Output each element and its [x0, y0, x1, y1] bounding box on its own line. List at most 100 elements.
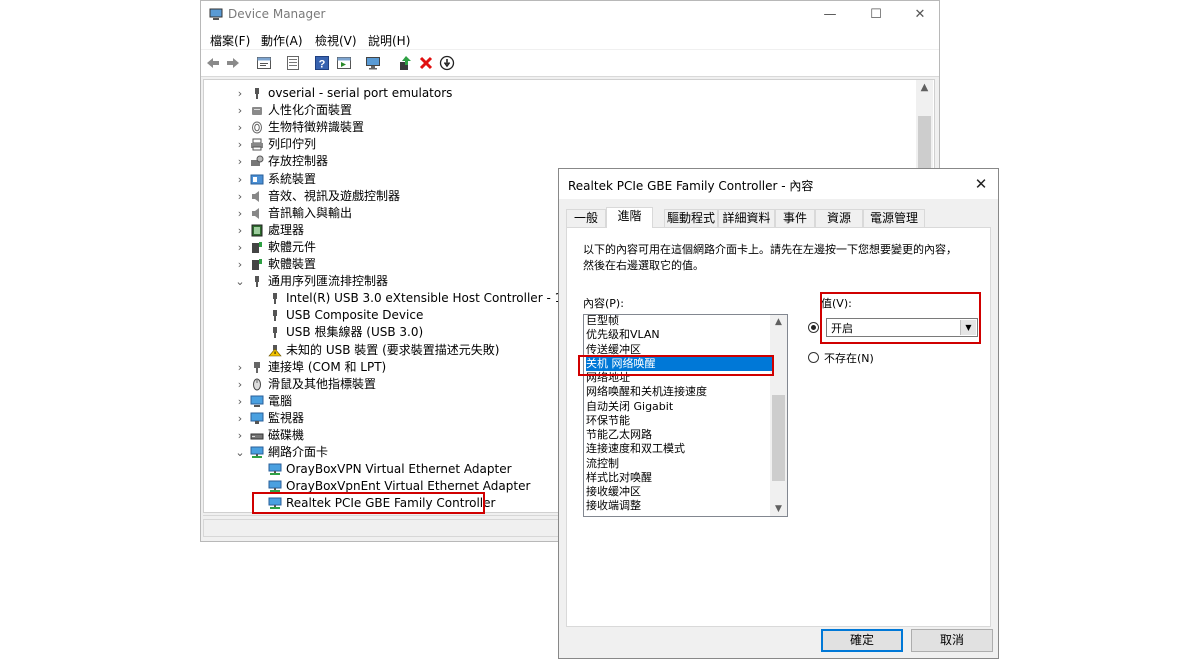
tree-item-label: USB Composite Device [286, 308, 424, 323]
tab-details[interactable]: 詳細資料 [718, 209, 775, 227]
property-list-item[interactable]: 流控制 [586, 457, 772, 471]
chevron-right-icon[interactable]: › [234, 119, 246, 136]
maximize-button[interactable]: ☐ [861, 5, 891, 25]
dialog-title-bar[interactable]: Realtek PCIe GBE Family Controller - 內容 … [559, 169, 998, 199]
usb-icon [268, 326, 282, 339]
speaker-icon [250, 207, 264, 220]
chevron-right-icon[interactable]: › [234, 171, 246, 188]
menu-help[interactable]: 說明(H) [368, 32, 410, 49]
tree-item-label: 人性化介面裝置 [268, 103, 353, 118]
property-list-scrollbar[interactable]: ▲ ▼ [770, 315, 787, 516]
minimize-button[interactable]: — [815, 5, 845, 25]
chevron-right-icon[interactable]: › [234, 102, 246, 119]
chevron-right-icon[interactable]: › [234, 393, 246, 410]
tree-item-label: USB 根集線器 (USB 3.0) [286, 325, 424, 340]
uninstall-icon[interactable] [418, 55, 434, 71]
menu-action[interactable]: 動作(A) [261, 32, 303, 49]
system-icon [250, 173, 264, 186]
chevron-right-icon[interactable]: › [234, 188, 246, 205]
chevron-right-icon[interactable]: › [234, 222, 246, 239]
property-list-item[interactable]: 接收缓冲区 [586, 485, 772, 499]
dialog-close-button[interactable]: ✕ [970, 173, 992, 195]
property-list-item[interactable]: 自动关闭 Gigabit [586, 400, 772, 414]
update-driver-icon[interactable] [397, 55, 413, 71]
chevron-right-icon[interactable]: › [234, 136, 246, 153]
svg-text:?: ? [319, 59, 326, 71]
list-scroll-up-icon[interactable]: ▲ [770, 317, 787, 327]
usb-icon [250, 275, 264, 288]
tree-item-label: 軟體元件 [268, 239, 317, 254]
properties-dialog: Realtek PCIe GBE Family Controller - 內容 … [558, 168, 999, 659]
chevron-right-icon[interactable]: › [234, 205, 246, 222]
tab-events[interactable]: 事件 [775, 209, 815, 227]
property-list-item[interactable]: 优先级和VLAN [586, 328, 772, 342]
tab-resources[interactable]: 資源 [815, 209, 863, 227]
menu-file[interactable]: 檔案(F) [210, 32, 250, 49]
tree-item[interactable]: › 列印佇列 [234, 136, 894, 153]
tree-item-label: 系統裝置 [268, 171, 317, 186]
monitor-icon [250, 412, 264, 425]
list-scroll-down-icon[interactable]: ▼ [770, 504, 787, 514]
usb-icon [268, 309, 282, 322]
cancel-button[interactable]: 取消 [911, 629, 993, 652]
forward-icon[interactable] [225, 55, 241, 71]
tree-item[interactable]: › ovserial - serial port emulators [234, 85, 894, 102]
tree-item-label: Intel(R) USB 3.0 eXtensible Host Control… [286, 291, 603, 306]
property-list-item[interactable]: 接收端调整 [586, 499, 772, 513]
close-button[interactable]: ✕ [905, 5, 935, 25]
tab-general[interactable]: 一般 [566, 209, 606, 227]
chevron-right-icon[interactable]: › [234, 256, 246, 273]
property-list-item[interactable]: 网络唤醒和关机连接速度 [586, 385, 772, 399]
tree-item-label: 未知的 USB 裝置 (要求裝置描述元失敗) [286, 342, 500, 357]
ok-button[interactable]: 確定 [821, 629, 903, 652]
property-list-item[interactable]: 连接速度和双工模式 [586, 442, 772, 456]
chevron-right-icon[interactable]: › [234, 85, 246, 102]
window-title: Device Manager [228, 7, 326, 21]
property-list-item[interactable]: 样式比对唤醒 [586, 471, 772, 485]
tab-power-management[interactable]: 電源管理 [863, 209, 925, 227]
tree-item[interactable]: › 人性化介面裝置 [234, 102, 894, 119]
realtek-highlight-box [252, 492, 485, 514]
menu-view[interactable]: 檢視(V) [315, 32, 357, 49]
value-radio[interactable] [808, 322, 819, 333]
tab-advanced[interactable]: 進階 [606, 207, 653, 228]
help-icon[interactable]: ? [314, 55, 330, 71]
scroll-up-icon[interactable]: ▲ [916, 82, 933, 93]
chevron-right-icon[interactable]: › [234, 239, 246, 256]
property-listbox[interactable]: ▲ ▼ 巨型帧 优先级和VLAN 传送缓冲区 关机 网络唤醒 网络地址 网络唤醒和关机连接… [583, 314, 788, 517]
tree-item-label: 軟體裝置 [268, 257, 317, 271]
chevron-right-icon[interactable]: › [234, 359, 246, 376]
component-icon [250, 258, 264, 271]
hid-icon [250, 104, 264, 117]
property-label: 內容(P): [583, 297, 624, 310]
chevron-down-icon[interactable]: ⌄ [234, 273, 246, 290]
property-list-item[interactable]: 巨型帧 [586, 315, 772, 328]
usb-icon [250, 87, 264, 100]
chevron-right-icon[interactable]: › [234, 427, 246, 444]
chevron-down-icon[interactable]: ⌄ [234, 444, 246, 461]
back-icon[interactable] [205, 55, 221, 71]
port-icon [250, 361, 264, 374]
disable-icon[interactable] [439, 55, 455, 71]
property-list-item[interactable]: 环保节能 [586, 414, 772, 428]
monitor-icon[interactable] [365, 55, 381, 71]
title-bar[interactable]: Device Manager — ☐ ✕ [201, 1, 939, 29]
usb-icon [268, 292, 282, 305]
chevron-right-icon[interactable]: › [234, 153, 246, 170]
property-list-item[interactable]: 节能乙太网路 [586, 428, 772, 442]
tree-item-label: 列印佇列 [268, 137, 317, 152]
tree-item-label: 處理器 [268, 222, 305, 237]
tab-driver[interactable]: 驅動程式 [664, 209, 718, 227]
chevron-right-icon[interactable]: › [234, 376, 246, 393]
chevron-right-icon[interactable]: › [234, 410, 246, 427]
list-scroll-thumb[interactable] [772, 395, 785, 481]
tree-item-label: 生物特徵辨識裝置 [268, 120, 365, 135]
refresh-icon[interactable] [285, 55, 301, 71]
tree-item-label: 通用序列匯流排控制器 [268, 274, 389, 289]
not-present-radio[interactable] [808, 352, 819, 363]
view-icon[interactable] [336, 55, 352, 71]
network-icon [250, 446, 264, 459]
tree-item[interactable]: › 生物特徵辨識裝置 [234, 119, 894, 136]
tree-item-label: 滑鼠及其他指標裝置 [268, 376, 377, 391]
properties-icon[interactable] [256, 55, 272, 71]
